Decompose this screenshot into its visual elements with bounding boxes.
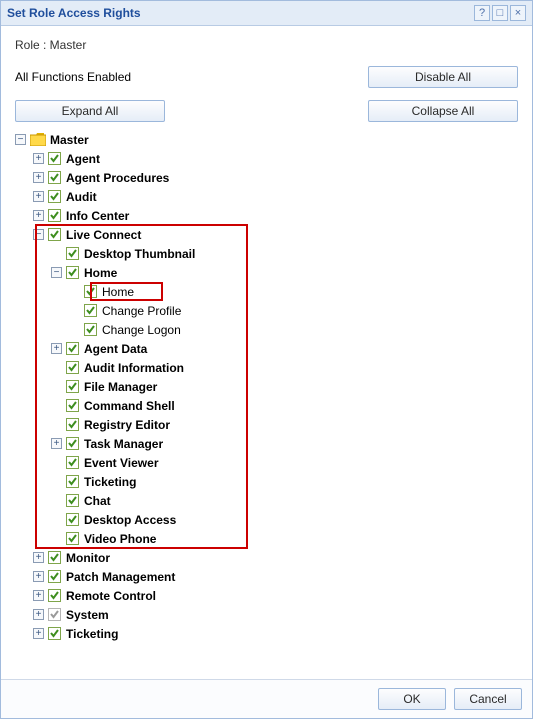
expand-icon[interactable]: + (33, 191, 44, 202)
expand-icon[interactable]: + (33, 172, 44, 183)
checkbox-checked[interactable] (48, 171, 61, 184)
checkbox-checked[interactable] (84, 323, 97, 336)
collapse-icon[interactable]: − (15, 134, 26, 145)
access-tree: − Master + Agent + Agent Procedures + Audit… (15, 130, 518, 643)
node-lc-ticketing[interactable]: Ticketing (84, 475, 136, 489)
checkbox-checked[interactable] (66, 532, 79, 545)
node-monitor[interactable]: Monitor (66, 551, 110, 565)
checkbox-checked[interactable] (84, 304, 97, 317)
close-button[interactable]: × (510, 5, 526, 21)
node-video-phone[interactable]: Video Phone (84, 532, 156, 546)
node-audit-information[interactable]: Audit Information (84, 361, 184, 375)
checkbox-checked[interactable] (66, 437, 79, 450)
checkbox-checked-grey[interactable] (48, 608, 61, 621)
collapse-all-button[interactable]: Collapse All (368, 100, 518, 122)
checkbox-checked[interactable] (48, 589, 61, 602)
ok-button[interactable]: OK (378, 688, 446, 710)
checkbox-checked[interactable] (66, 342, 79, 355)
node-agent[interactable]: Agent (66, 152, 100, 166)
node-desktop-access[interactable]: Desktop Access (84, 513, 176, 527)
expand-all-button[interactable]: Expand All (15, 100, 165, 122)
checkbox-checked[interactable] (84, 285, 97, 298)
cancel-button[interactable]: Cancel (454, 688, 522, 710)
node-chat[interactable]: Chat (84, 494, 111, 508)
node-event-viewer[interactable]: Event Viewer (84, 456, 158, 470)
checkbox-checked[interactable] (66, 475, 79, 488)
maximize-button[interactable]: □ (492, 5, 508, 21)
role-label: Role : Master (15, 38, 518, 52)
expand-icon[interactable]: + (33, 153, 44, 164)
node-file-manager[interactable]: File Manager (84, 380, 157, 394)
expand-icon[interactable]: + (33, 552, 44, 563)
node-remote-control[interactable]: Remote Control (66, 589, 156, 603)
node-change-logon[interactable]: Change Logon (102, 323, 181, 337)
expand-icon[interactable]: + (33, 628, 44, 639)
dialog-body: Role : Master All Functions Enabled Disa… (1, 26, 532, 679)
node-change-profile[interactable]: Change Profile (102, 304, 181, 318)
checkbox-checked[interactable] (66, 380, 79, 393)
collapse-icon[interactable]: − (33, 229, 44, 240)
checkbox-checked[interactable] (48, 551, 61, 564)
disable-all-button[interactable]: Disable All (368, 66, 518, 88)
node-command-shell[interactable]: Command Shell (84, 399, 175, 413)
expand-icon[interactable]: + (51, 343, 62, 354)
node-patch-management[interactable]: Patch Management (66, 570, 175, 584)
node-registry-editor[interactable]: Registry Editor (84, 418, 170, 432)
expand-icon[interactable]: + (33, 590, 44, 601)
checkbox-checked[interactable] (48, 209, 61, 222)
node-home[interactable]: Home (84, 266, 117, 280)
expand-icon[interactable]: + (33, 609, 44, 620)
checkbox-checked[interactable] (48, 190, 61, 203)
node-desktop-thumbnail[interactable]: Desktop Thumbnail (84, 247, 195, 261)
checkbox-checked[interactable] (66, 247, 79, 260)
checkbox-checked[interactable] (48, 152, 61, 165)
node-agent-data[interactable]: Agent Data (84, 342, 147, 356)
expand-icon[interactable]: + (33, 571, 44, 582)
node-info-center[interactable]: Info Center (66, 209, 129, 223)
titlebar-controls: ? □ × (474, 5, 526, 21)
all-functions-label: All Functions Enabled (15, 70, 368, 84)
folder-icon (30, 133, 46, 146)
checkbox-checked[interactable] (66, 456, 79, 469)
node-ticketing[interactable]: Ticketing (66, 627, 118, 641)
window-title: Set Role Access Rights (7, 6, 141, 20)
node-agent-procedures[interactable]: Agent Procedures (66, 171, 169, 185)
node-audit[interactable]: Audit (66, 190, 97, 204)
titlebar: Set Role Access Rights ? □ × (1, 1, 532, 26)
expand-icon[interactable]: + (33, 210, 44, 221)
checkbox-checked[interactable] (66, 418, 79, 431)
expand-icon[interactable]: + (51, 438, 62, 449)
checkbox-checked[interactable] (66, 494, 79, 507)
checkbox-checked[interactable] (66, 266, 79, 279)
checkbox-checked[interactable] (48, 228, 61, 241)
node-system[interactable]: System (66, 608, 109, 622)
dialog-footer: OK Cancel (1, 679, 532, 718)
checkbox-checked[interactable] (48, 570, 61, 583)
checkbox-checked[interactable] (66, 399, 79, 412)
node-home-home[interactable]: Home (102, 285, 134, 299)
node-live-connect[interactable]: Live Connect (66, 228, 141, 242)
help-button[interactable]: ? (474, 5, 490, 21)
collapse-icon[interactable]: − (51, 267, 62, 278)
checkbox-checked[interactable] (66, 513, 79, 526)
checkbox-checked[interactable] (48, 627, 61, 640)
node-task-manager[interactable]: Task Manager (84, 437, 163, 451)
checkbox-checked[interactable] (66, 361, 79, 374)
tree-root-label[interactable]: Master (50, 133, 89, 147)
